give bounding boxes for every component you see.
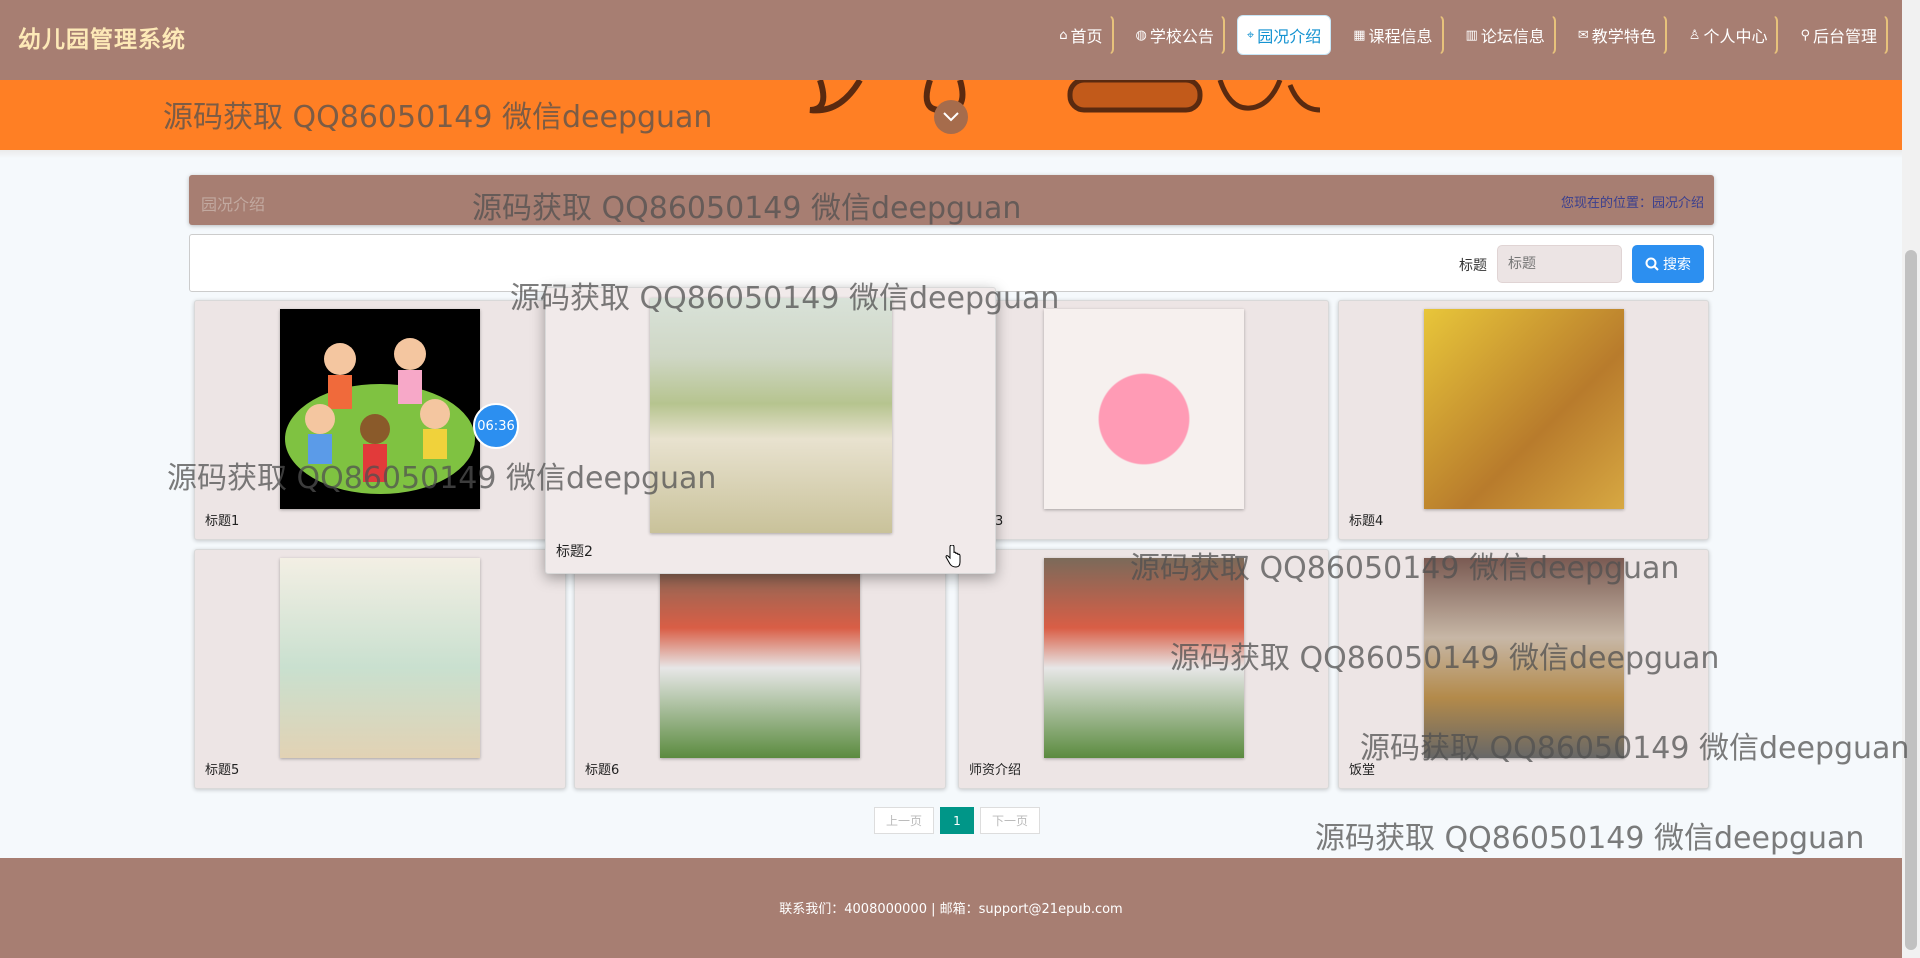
top-nav: 幼儿园管理系统 ⌂ 首页 ◍ 学校公告 ⌖ 园况介绍 ▦ 课程信息 ▥ 论坛信息 ✉ 教学特… <box>0 0 1902 80</box>
kids-circle-illustration <box>285 338 475 494</box>
chart-icon: ▥ <box>1465 27 1478 43</box>
card-image[interactable] <box>1423 309 1624 509</box>
card-caption[interactable]: 标题4 <box>1349 510 1383 529</box>
nav-item-introduction[interactable]: ⌖ 园况介绍 <box>1236 15 1332 55</box>
gallery-card[interactable]: 师资介绍 <box>958 549 1329 789</box>
card-image[interactable] <box>1043 309 1244 509</box>
search-icon <box>1645 257 1659 271</box>
breadcrumb: 您现在的位置：园况介绍 <box>1560 196 1704 211</box>
page-scrollbar[interactable] <box>1902 0 1920 958</box>
chevron-down-icon <box>943 112 959 122</box>
nav-item-features[interactable]: ✉ 教学特色 <box>1567 15 1667 55</box>
mail-icon: ✉ <box>1577 27 1589 43</box>
card-image[interactable] <box>280 309 480 509</box>
gallery-card-hovered[interactable]: 标题2 <box>545 287 996 574</box>
card-caption[interactable]: 标题2 <box>556 541 593 561</box>
card-caption[interactable]: 标题5 <box>205 759 239 778</box>
nav-item-admin[interactable]: ⚲ 后台管理 <box>1790 15 1888 55</box>
globe-icon: ◍ <box>1135 27 1147 43</box>
section-header: 园况介绍 您现在的位置：园况介绍 <box>189 175 1714 225</box>
gallery-card[interactable]: 标题6 <box>574 549 946 789</box>
watermark: 源码获取 QQ86050149 微信deepguan <box>1315 821 1865 856</box>
nav-item-profile[interactable]: ♙ 个人中心 <box>1678 15 1779 55</box>
search-input[interactable] <box>1497 245 1622 283</box>
pagination: 上一页 1 下一页 <box>874 807 1040 834</box>
banner-illustration <box>809 80 1321 114</box>
card-caption[interactable]: 饭堂 <box>1349 759 1375 778</box>
nav-item-forum[interactable]: ▥ 论坛信息 <box>1455 15 1556 55</box>
tag-icon: ⌖ <box>1246 27 1255 43</box>
card-image[interactable] <box>1043 558 1244 758</box>
nav-item-home[interactable]: ⌂ 首页 <box>1049 15 1114 55</box>
current-page-button[interactable]: 1 <box>940 807 974 834</box>
search-bar: 标题 搜索 <box>189 234 1714 292</box>
card-image[interactable] <box>660 558 860 758</box>
next-page-button[interactable]: 下一页 <box>980 807 1040 834</box>
app-title[interactable]: 幼儿园管理系统 <box>18 20 186 54</box>
user-icon: ♙ <box>1688 27 1701 43</box>
scroll-down-button[interactable] <box>934 100 968 134</box>
footer-contact: 联系我们：4008000000 | 邮箱：support@21epub.com <box>779 902 1123 917</box>
footer: 联系我们：4008000000 | 邮箱：support@21epub.com <box>0 858 1902 958</box>
card-caption[interactable]: 标题6 <box>585 759 619 778</box>
card-image[interactable] <box>1423 558 1624 758</box>
link-icon: ⚲ <box>1800 27 1810 43</box>
calendar-icon: ▦ <box>1353 27 1366 43</box>
breadcrumb-current[interactable]: 园况介绍 <box>1652 196 1704 211</box>
section-title: 园况介绍 <box>201 195 266 214</box>
card-image[interactable] <box>280 558 480 758</box>
card-image[interactable] <box>649 298 892 533</box>
scrollbar-thumb[interactable] <box>1905 250 1917 950</box>
search-label: 标题 <box>1459 258 1487 274</box>
search-button[interactable]: 搜索 <box>1632 245 1704 283</box>
banner-divider <box>0 150 1902 158</box>
nav-item-announcements[interactable]: ◍ 学校公告 <box>1125 15 1225 55</box>
nav-menu: ⌂ 首页 ◍ 学校公告 ⌖ 园况介绍 ▦ 课程信息 ▥ 论坛信息 ✉ 教学特色 ♙ 个人中心 … <box>1049 15 1888 55</box>
card-caption[interactable]: 师资介绍 <box>969 759 1021 778</box>
gallery-card[interactable]: 标题3 <box>958 300 1329 540</box>
nav-item-courses[interactable]: ▦ 课程信息 <box>1343 15 1444 55</box>
timer-badge[interactable]: 06:36 <box>473 403 519 449</box>
gallery-card[interactable]: 标题4 <box>1338 300 1709 540</box>
gallery-card[interactable]: 标题5 <box>194 549 566 789</box>
card-caption[interactable]: 标题1 <box>205 510 239 529</box>
prev-page-button[interactable]: 上一页 <box>874 807 934 834</box>
home-icon: ⌂ <box>1059 27 1068 43</box>
gallery-card[interactable]: 饭堂 <box>1338 549 1709 789</box>
banner-carousel <box>0 80 1902 150</box>
hand-cursor-icon <box>945 545 961 568</box>
